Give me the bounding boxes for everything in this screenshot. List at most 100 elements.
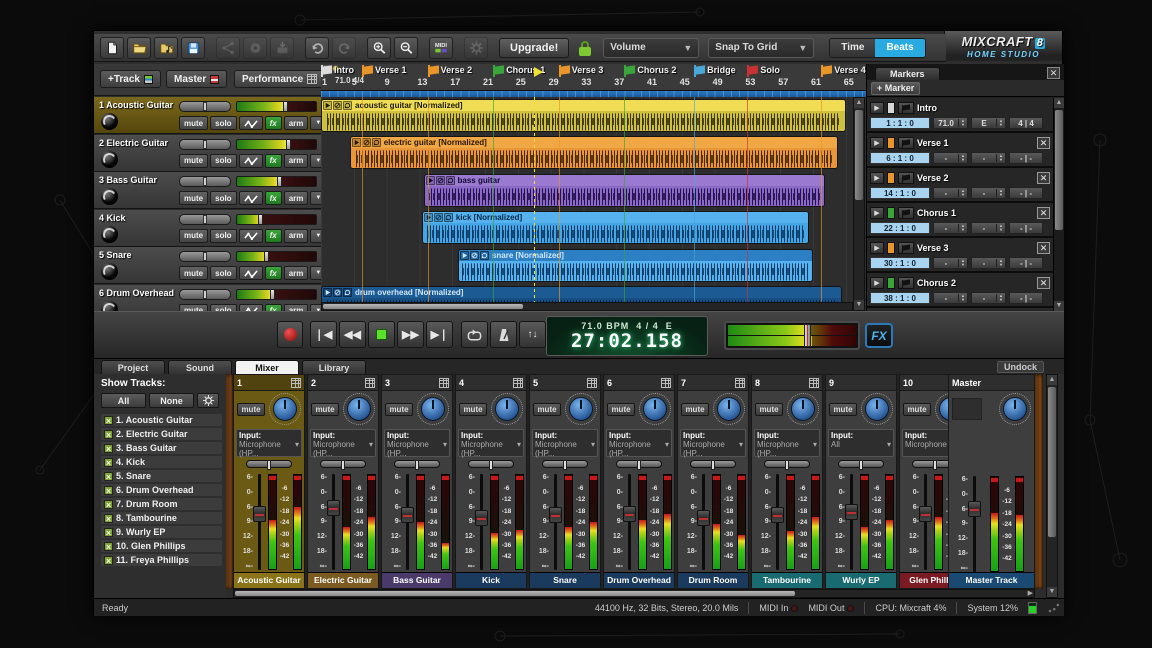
clip-mute-icon[interactable] (436, 176, 445, 185)
volume-knob[interactable] (713, 393, 745, 425)
volume-knob[interactable] (269, 393, 301, 425)
clip-loop-icon[interactable] (343, 101, 352, 110)
solo-button[interactable]: solo (210, 304, 236, 312)
mute-button[interactable]: mute (829, 403, 857, 416)
volume-fader[interactable] (401, 472, 414, 572)
scroll-thumb[interactable] (855, 110, 863, 200)
mixer-channel-3[interactable]: 3muteInput:Microphone (HP...▾60691218∞61… (381, 374, 453, 589)
midi-icon[interactable]: MIDI (429, 37, 453, 59)
track-checklist-item[interactable]: ×6. Drum Overhead (101, 484, 222, 496)
volume-handle[interactable] (277, 176, 282, 187)
zoom-in-icon[interactable] (367, 37, 391, 59)
mixer-hscrollbar[interactable]: ▶ (233, 589, 1035, 598)
clip-mute-icon[interactable] (333, 101, 342, 110)
track-checklist-item[interactable]: ×2. Electric Guitar (101, 428, 222, 440)
mute-button[interactable]: mute (311, 403, 339, 416)
fader-handle[interactable] (919, 506, 932, 522)
channel-name[interactable]: Acoustic Guitar (234, 572, 304, 588)
clip-loop-icon[interactable] (446, 176, 455, 185)
loop-range-bar[interactable] (321, 90, 866, 97)
track-checklist-item[interactable]: ×10. Glen Phillips (101, 540, 222, 552)
timeline-marker-verse-3[interactable]: Verse 3 (559, 65, 604, 77)
channel-name[interactable]: Bass Guitar (382, 572, 452, 588)
track-checklist-item[interactable]: ×7. Drum Room (101, 498, 222, 510)
mute-button[interactable]: mute (179, 229, 208, 243)
volume-fader[interactable] (919, 472, 932, 572)
fader-handle[interactable] (845, 504, 858, 520)
clip-loop-icon[interactable] (343, 288, 352, 297)
mute-button[interactable]: mute (607, 403, 635, 416)
arm-button[interactable]: arm (284, 266, 309, 280)
channel-name[interactable]: Drum Room (678, 572, 748, 588)
clip-loop-icon[interactable] (480, 251, 489, 260)
scroll-thumb[interactable] (323, 304, 523, 309)
resize-grip[interactable] (1047, 602, 1059, 614)
mixer-channel-2[interactable]: 2muteInput:Microphone (HP...▾60691218∞61… (307, 374, 379, 589)
input-select[interactable]: Input:Microphone (HP...▾ (754, 429, 820, 457)
gear-icon[interactable] (197, 393, 219, 408)
volume-handle[interactable] (270, 289, 275, 300)
automation-button[interactable] (239, 116, 263, 130)
loop-button[interactable] (461, 321, 488, 348)
track-header-4[interactable]: 4 Kickmutesolofxarm▼ (94, 210, 321, 247)
track-checklist-item[interactable]: ×3. Bass Guitar (101, 442, 222, 454)
volume-fader[interactable] (845, 472, 858, 572)
volume-knob[interactable] (491, 393, 523, 425)
upgrade-button[interactable]: Upgrade! (499, 38, 569, 58)
tab-library[interactable]: Library (302, 360, 366, 374)
checkbox-checked-icon[interactable]: × (104, 472, 113, 481)
fx-button[interactable]: fx (265, 154, 282, 168)
clip-play-icon[interactable] (460, 251, 469, 260)
volume-knob[interactable] (417, 393, 449, 425)
volume-knob[interactable] (999, 393, 1031, 425)
pan-slider[interactable] (838, 460, 884, 468)
track-checklist-item[interactable]: ×8. Tambourine (101, 512, 222, 524)
clip-loop-icon[interactable] (372, 138, 381, 147)
fast-forward-button[interactable]: ▶▶ (397, 321, 424, 348)
fader-handle[interactable] (549, 507, 562, 523)
solo-button[interactable]: solo (210, 191, 236, 205)
solo-button[interactable]: solo (210, 116, 236, 130)
scroll-down-icon[interactable]: ▼ (854, 300, 864, 310)
mute-button[interactable]: mute (179, 191, 208, 205)
checkbox-checked-icon[interactable]: × (104, 416, 113, 425)
checkbox-checked-icon[interactable]: × (104, 528, 113, 537)
timeline-marker-verse-2[interactable]: Verse 2 (428, 65, 473, 77)
skip-start-button[interactable]: ❘◀ (310, 321, 337, 348)
mixer-channel-6[interactable]: 6muteInput:Microphone (HP...▾60691218∞61… (603, 374, 675, 589)
close-icon[interactable]: ✕ (1047, 67, 1060, 79)
checkbox-checked-icon[interactable]: × (104, 500, 113, 509)
volume-fader[interactable] (253, 472, 266, 572)
clip-play-icon[interactable] (323, 288, 332, 297)
mixer-channel-5[interactable]: 5muteInput:Microphone (HP...▾60691218∞61… (529, 374, 601, 589)
clip-play-icon[interactable] (352, 138, 361, 147)
mute-button[interactable]: mute (179, 154, 208, 168)
track-header-1[interactable]: 1 Acoustic Guitarmutesolofxarm▼ (94, 97, 321, 134)
mute-button[interactable]: mute (459, 403, 487, 416)
fx-button[interactable]: fx (265, 116, 282, 130)
input-select[interactable]: Input:All▾ (828, 429, 894, 457)
solo-button[interactable]: solo (210, 266, 236, 280)
scroll-down-icon[interactable]: ▼ (1047, 587, 1057, 597)
volume-fader[interactable] (549, 472, 562, 572)
tab-mixer[interactable]: Mixer (235, 360, 299, 374)
mute-button[interactable]: mute (385, 403, 413, 416)
automation-button[interactable] (239, 266, 263, 280)
fx-button[interactable]: fx (265, 229, 282, 243)
audio-clip-5[interactable]: snare [Normalized] (458, 249, 813, 282)
markers-tab[interactable]: Markers (875, 67, 940, 80)
audio-clip-2[interactable]: electric guitar [Normalized] (350, 136, 838, 169)
arm-button[interactable]: arm (284, 229, 309, 243)
add-track-button[interactable]: +Track (100, 70, 161, 88)
track-header-5[interactable]: 5 Snaremutesolofxarm▼ (94, 247, 321, 284)
channel-name[interactable]: Tambourine (752, 572, 822, 588)
channel-name[interactable]: Wurly EP (826, 572, 896, 588)
track-checklist-item[interactable]: ×4. Kick (101, 456, 222, 468)
save-icon[interactable] (181, 37, 205, 59)
checkbox-checked-icon[interactable]: × (104, 514, 113, 523)
skip-end-button[interactable]: ▶❘ (426, 321, 453, 348)
snap-select[interactable]: Snap To Grid▼ (708, 38, 814, 58)
fader-handle[interactable] (401, 507, 414, 523)
pan-slider[interactable] (179, 176, 231, 187)
fader-handle[interactable] (697, 510, 710, 526)
